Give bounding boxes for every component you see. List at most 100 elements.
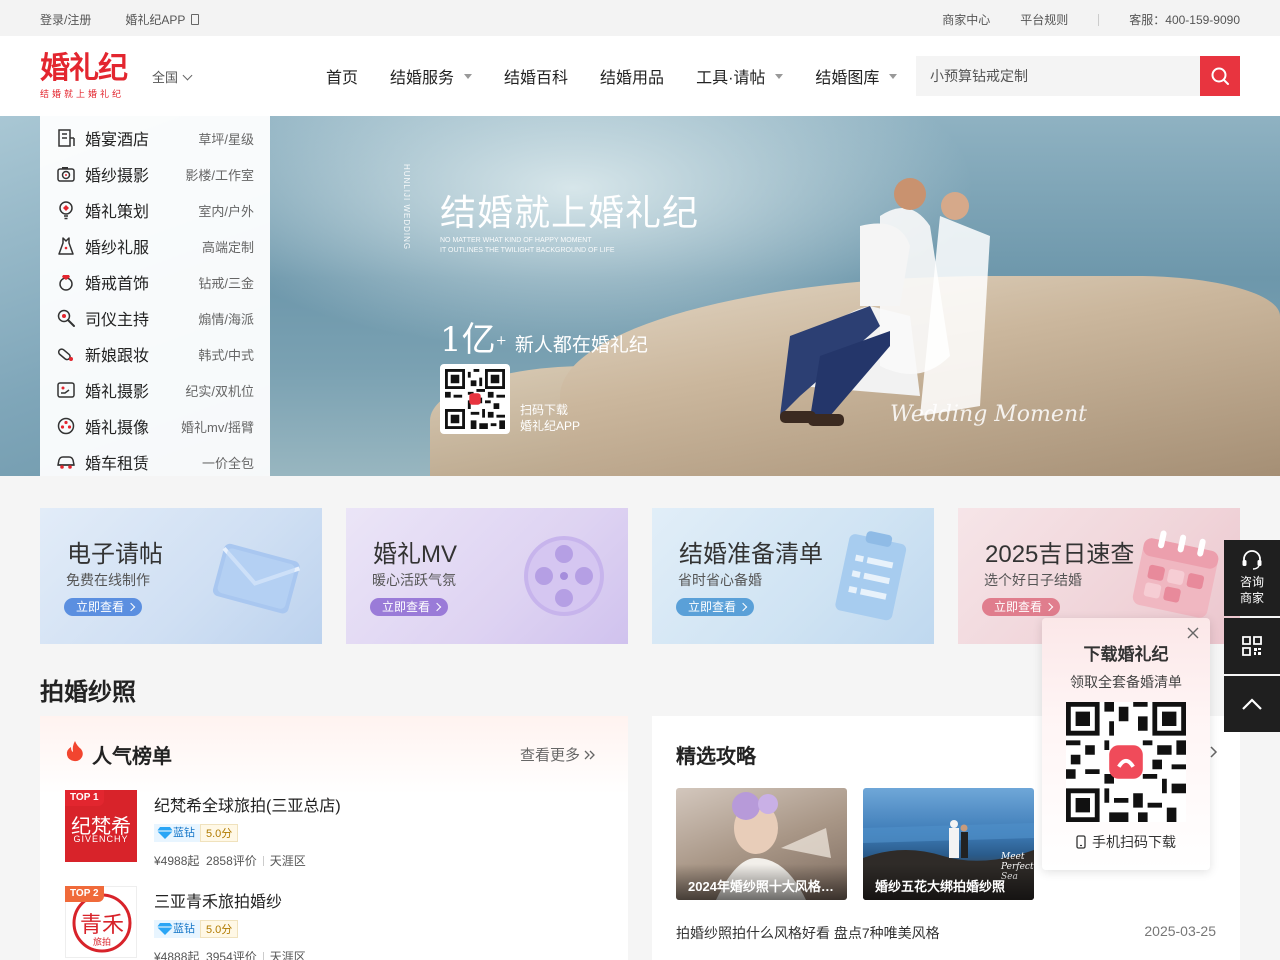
search-input[interactable] bbox=[916, 56, 1200, 96]
chevron-right-icon[interactable] bbox=[1210, 746, 1218, 758]
guide-thumbnail[interactable]: Meet Perfect Sea 婚纱五花大绑拍婚纱照 bbox=[863, 788, 1034, 900]
logo[interactable]: 婚礼纪 结婚就上婚礼纪 bbox=[40, 52, 128, 100]
card-view-button[interactable]: 立即查看 bbox=[64, 598, 143, 616]
qr-line: 婚礼纪APP bbox=[520, 419, 581, 433]
nav-item-gallery[interactable]: 结婚图库 bbox=[815, 64, 898, 88]
nav-item-wiki[interactable]: 结婚百科 bbox=[504, 64, 568, 88]
card-view-button[interactable]: 立即查看 bbox=[982, 598, 1061, 616]
guide-thumbnail[interactable]: 2024年婚纱照十大风格推荐 bbox=[676, 788, 847, 900]
nav-item-home[interactable]: 首页 bbox=[326, 64, 358, 88]
category-sub[interactable]: 影楼/工作室 bbox=[185, 165, 254, 184]
article-title[interactable]: 拍婚纱照拍什么风格好看 盘点7种唯美风格 bbox=[676, 925, 940, 941]
popup-subtitle: 领取全套备婚清单 bbox=[1070, 674, 1182, 690]
qr-code-button[interactable] bbox=[1224, 618, 1280, 674]
view-more-link[interactable]: 查看更多 bbox=[520, 744, 596, 765]
category-sub[interactable]: 煽情/海派 bbox=[198, 309, 254, 328]
banner-users-count: 1亿+ 新人都在婚礼纪 bbox=[440, 312, 648, 361]
nav-item-tools[interactable]: 工具·请帖 bbox=[696, 64, 784, 88]
category-name: 婚礼摄影 bbox=[85, 384, 150, 401]
card-view-button[interactable]: 立即查看 bbox=[676, 598, 755, 616]
category-item-photography[interactable]: 婚纱摄影 影楼/工作室 bbox=[40, 156, 270, 192]
category-item-video[interactable]: 婚礼摄像 婚礼mv/摇臂 bbox=[40, 408, 270, 444]
consult-merchant-button[interactable]: 咨询 商家 bbox=[1224, 540, 1280, 616]
platform-rules-link[interactable]: 平台规则 bbox=[1020, 13, 1068, 27]
fire-icon bbox=[66, 741, 83, 762]
card-title: 婚礼MV bbox=[373, 541, 457, 568]
banner-qr-text: 扫码下载 婚礼纪APP bbox=[520, 402, 580, 434]
category-sub[interactable]: 韩式/中式 bbox=[198, 345, 254, 364]
users-text: 新人都在婚礼纪 bbox=[514, 334, 648, 356]
category-sub[interactable]: 婚礼mv/摇臂 bbox=[181, 417, 254, 436]
merchant-center-link[interactable]: 商家中心 bbox=[942, 11, 990, 28]
category-item-ring[interactable]: 婚戒首饰 钻戒/三金 bbox=[40, 264, 270, 300]
qr-code-icon bbox=[1242, 636, 1262, 656]
ranking-item[interactable]: 青禾 旅拍 TOP 2 三亚青禾旅拍婚纱 蓝钻 5.0分 ¥4888起 3954… bbox=[65, 886, 605, 960]
feature-card-invitation[interactable]: 电子请帖 免费在线制作 立即查看 bbox=[40, 508, 322, 644]
search-icon bbox=[1211, 67, 1229, 85]
area: 天涯区 bbox=[269, 950, 306, 960]
category-sub[interactable]: 纪实/双机位 bbox=[185, 381, 254, 400]
level-label: 蓝钻 bbox=[173, 827, 195, 839]
category-item-dress[interactable]: 婚纱礼服 高端定制 bbox=[40, 228, 270, 264]
users-number: 1亿 bbox=[440, 320, 496, 360]
merchant-name[interactable]: 三亚青禾旅拍婚纱 bbox=[154, 888, 282, 912]
category-item-car[interactable]: 婚车租赁 一价全包 bbox=[40, 444, 270, 480]
divider bbox=[262, 856, 264, 866]
level-badge: 蓝钻 bbox=[154, 920, 200, 938]
level-badge: 蓝钻 bbox=[154, 824, 200, 842]
score: 5.0分 bbox=[200, 920, 239, 938]
camera-icon bbox=[57, 167, 75, 182]
category-sub[interactable]: 室内/户外 bbox=[198, 201, 254, 220]
category-name: 婚礼摄像 bbox=[85, 420, 150, 437]
category-sub[interactable]: 草坪/星级 bbox=[198, 129, 254, 148]
nav-item-services[interactable]: 结婚服务 bbox=[390, 64, 473, 88]
category-sub[interactable]: 高端定制 bbox=[202, 237, 254, 256]
feature-card-mv[interactable]: 婚礼MV 暖心活跃气氛 立即查看 bbox=[346, 508, 628, 644]
caret-down-icon bbox=[464, 73, 473, 79]
close-icon[interactable] bbox=[1186, 626, 1200, 640]
thumbnail-caption: 2024年婚纱照十大风格推荐 bbox=[676, 864, 847, 900]
section-title: 拍婚纱照 bbox=[40, 679, 136, 706]
nav-item-supplies[interactable]: 结婚用品 bbox=[600, 64, 664, 88]
guides-heading: 精选攻略 bbox=[676, 746, 756, 768]
banner-qr-code bbox=[440, 364, 510, 434]
video-icon bbox=[57, 417, 75, 435]
category-item-wedding-photo[interactable]: 婚礼摄影 纪实/双机位 bbox=[40, 372, 270, 408]
rank-badge: TOP 2 bbox=[65, 886, 104, 902]
popup-title: 下载婚礼纪 bbox=[1083, 645, 1169, 664]
popup-footer-label: 手机扫码下载 bbox=[1092, 834, 1176, 850]
category-sub[interactable]: 钻戒/三金 bbox=[198, 273, 254, 292]
logo-line: 旅拍 bbox=[92, 937, 111, 947]
view-more-label: 查看更多 bbox=[520, 747, 581, 764]
card-view-button[interactable]: 立即查看 bbox=[370, 598, 449, 616]
login-link[interactable]: 登录/注册 bbox=[40, 11, 91, 28]
app-link[interactable]: 婚礼纪APP bbox=[125, 11, 200, 28]
category-name: 婚纱礼服 bbox=[85, 240, 150, 257]
search-button[interactable] bbox=[1200, 56, 1240, 96]
category-item-makeup[interactable]: 新娘跟妆 韩式/中式 bbox=[40, 336, 270, 372]
category-sub[interactable]: 一价全包 bbox=[202, 453, 254, 472]
car-icon bbox=[57, 456, 75, 469]
card-subtitle: 免费在线制作 bbox=[66, 572, 150, 588]
merchant-level: 蓝钻 5.0分 bbox=[154, 920, 239, 938]
back-to-top-button[interactable] bbox=[1224, 676, 1280, 732]
caret-down-icon bbox=[889, 73, 898, 79]
merchant-name[interactable]: 纪梵希全球旅拍(三亚总店) bbox=[154, 792, 341, 816]
category-item-planning[interactable]: 婚礼策划 室内/户外 bbox=[40, 192, 270, 228]
city-selector[interactable]: 全国 bbox=[152, 67, 193, 86]
card-subtitle: 省时省心备婚 bbox=[678, 572, 762, 588]
feature-card-checklist[interactable]: 结婚准备清单 省时省心备婚 立即查看 bbox=[652, 508, 934, 644]
card-title: 结婚准备清单 bbox=[679, 541, 823, 568]
ranking-item[interactable]: 纪梵希 GIVENCHY TOP 1 纪梵希全球旅拍(三亚总店) 蓝钻 5.0分… bbox=[65, 790, 605, 868]
category-item-hotel[interactable]: 婚宴酒店 草坪/星级 bbox=[40, 120, 270, 156]
article-row[interactable]: 拍婚纱照拍什么风格好看 盘点7种唯美风格 2025-03-25 bbox=[676, 923, 1216, 943]
merchant-meta: ¥4988起 2858评价 天涯区 bbox=[154, 852, 306, 869]
users-plus: + bbox=[495, 333, 507, 349]
card-title: 电子请帖 bbox=[67, 541, 163, 568]
category-item-host[interactable]: 司仪主持 煽情/海派 bbox=[40, 300, 270, 336]
category-name: 司仪主持 bbox=[85, 312, 150, 329]
card-title: 2025吉日速查 bbox=[985, 541, 1135, 568]
nav-label: 结婚服务 bbox=[390, 70, 455, 87]
film-reel-icon bbox=[524, 536, 604, 616]
card-subtitle: 暖心活跃气氛 bbox=[372, 572, 456, 588]
